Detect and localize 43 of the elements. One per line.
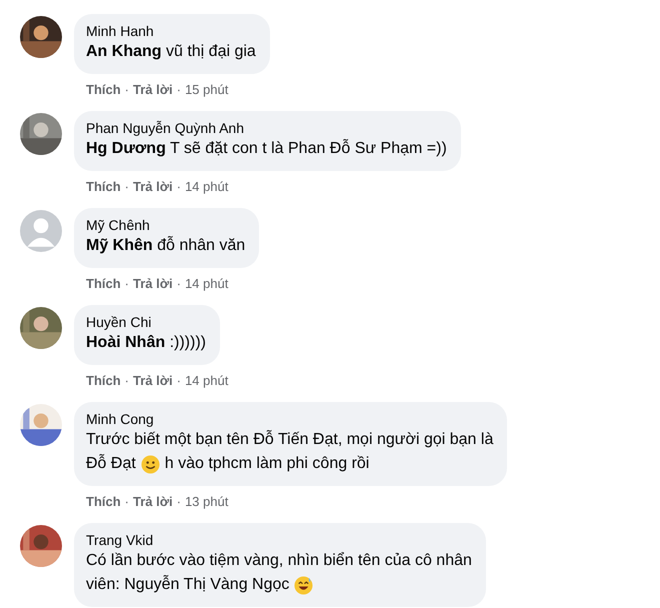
like-link[interactable]: Thích [86, 276, 121, 292]
separator-dot: · [124, 179, 130, 195]
avatar-silhouette-icon [20, 210, 62, 252]
comment-time[interactable]: 14 phút [184, 276, 228, 292]
separator-dot: · [176, 82, 181, 98]
comment-text: Mỹ Khên đỗ nhân văn [86, 235, 246, 256]
separator-dot: · [176, 373, 181, 389]
smile-icon [140, 454, 160, 474]
author-name[interactable]: Minh Hanh [86, 22, 256, 40]
reply-link[interactable]: Trả lời [133, 82, 173, 98]
separator-dot: · [124, 276, 130, 292]
like-link[interactable]: Thích [86, 494, 121, 510]
author-name[interactable]: Trang Vkid [86, 531, 472, 549]
separator-dot: · [124, 82, 130, 98]
separator-dot: · [124, 494, 130, 510]
reply-link[interactable]: Trả lời [133, 179, 173, 195]
reply-link[interactable]: Trả lời [133, 494, 173, 510]
like-link[interactable]: Thích [86, 373, 121, 389]
author-name[interactable]: Phan Nguyễn Quỳnh Anh [86, 119, 447, 137]
comment-text: h vào tphcm làm phi công rồi [164, 454, 370, 474]
comment-text: Đỗ Đạt [86, 453, 136, 474]
comment-time[interactable]: 13 phút [184, 494, 228, 510]
separator-dot: · [124, 373, 130, 389]
comment-text: Trước biết một bạn tên Đỗ Tiến Đạt, mọi người gọi bạn là [86, 429, 494, 450]
author-name[interactable]: Huyền Chi [86, 313, 206, 331]
reply-link[interactable]: Trả lời [133, 276, 173, 292]
separator-dot: · [176, 179, 181, 195]
comment-text: An Khang vũ thị đại gia [86, 42, 256, 62]
comment-text: Có lần bước vào tiệm vàng, nhìn biển tên của cô nhân [86, 551, 472, 571]
comment-time[interactable]: 15 phút [184, 82, 228, 98]
author-name[interactable]: Minh Cong [86, 410, 494, 428]
comment-time[interactable]: 14 phút [184, 179, 228, 195]
comment-text: Hoài Nhân :)))))) [86, 333, 206, 353]
reply-link[interactable]: Trả lời [133, 373, 173, 389]
comment-text: viên: Nguyễn Thị Vàng Ngọc [86, 574, 290, 595]
comment-time[interactable]: 14 phút [184, 373, 228, 389]
like-link[interactable]: Thích [86, 82, 121, 98]
author-name[interactable]: Mỹ Chênh [86, 216, 246, 234]
laughing-sweat-icon [294, 576, 314, 594]
separator-dot: · [176, 276, 181, 292]
comment-text: Hg Dương T sẽ đặt con t là Phan Đỗ Sư Phạm =)) [86, 138, 447, 159]
separator-dot: · [176, 494, 181, 510]
like-link[interactable]: Thích [86, 179, 121, 195]
